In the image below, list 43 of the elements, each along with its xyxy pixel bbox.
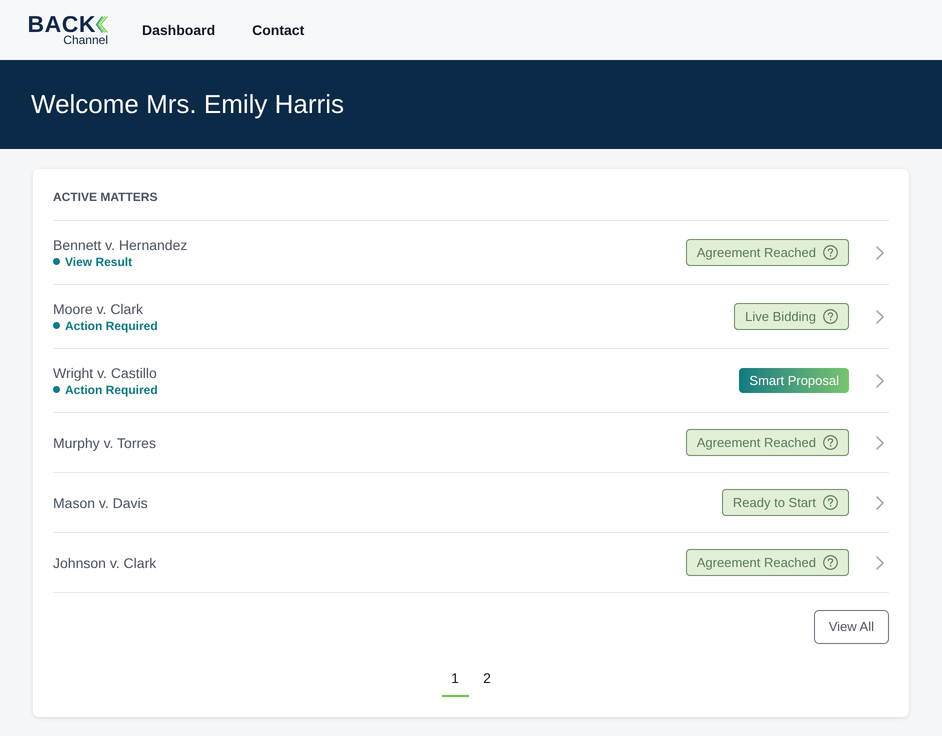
page-tab[interactable]: 1 (442, 668, 468, 697)
status-badge: Smart Proposal (739, 368, 849, 393)
chevron-right-icon[interactable] (876, 246, 884, 260)
matter-name: Wright v. Castillo (53, 364, 158, 382)
matter-name: Johnson v. Clark (53, 554, 158, 572)
section-heading: ACTIVE MATTERS (53, 189, 158, 205)
help-icon[interactable] (823, 245, 838, 260)
status-badge: Agreement Reached (686, 239, 849, 266)
chevron-right-icon[interactable] (876, 374, 884, 388)
welcome-title: Welcome Mrs. Emily Harris (31, 88, 344, 121)
status-link[interactable]: Action Required (65, 382, 158, 398)
matter-row[interactable]: Murphy v. Torres Agreement Reached (53, 413, 889, 473)
matter-row[interactable]: Bennett v. Hernandez View Result Agreement Reached (53, 221, 889, 285)
status-badge: Live Bidding (734, 303, 849, 330)
matter-row[interactable]: Mason v. Davis Ready to Start (53, 473, 889, 533)
matter-name: Mason v. Davis (53, 494, 149, 512)
logo[interactable]: BACK Channel (30, 13, 108, 47)
chevron-right-icon[interactable] (876, 436, 884, 450)
matter-row[interactable]: Johnson v. Clark Agreement Reached (53, 533, 889, 593)
chevron-right-icon[interactable] (876, 556, 884, 570)
help-icon[interactable] (823, 435, 838, 450)
matter-row[interactable]: Wright v. Castillo Action Required Smart Proposal (53, 349, 889, 413)
help-icon[interactable] (823, 309, 838, 324)
matter-name: Bennett v. Hernandez (53, 236, 188, 254)
chevron-right-icon[interactable] (876, 310, 884, 324)
status-link[interactable]: View Result (65, 254, 132, 270)
logo-subtitle: Channel (63, 34, 108, 47)
nav-link[interactable]: Dashboard (142, 20, 216, 40)
logo-text: BACK (28, 13, 96, 35)
status-link[interactable]: Action Required (65, 318, 158, 334)
chevron-right-icon[interactable] (876, 496, 884, 510)
matter-name: Murphy v. Torres (53, 434, 157, 452)
status-badge: Agreement Reached (686, 549, 849, 576)
status-badge: Ready to Start (722, 489, 849, 516)
page-tab[interactable]: 2 (474, 668, 500, 697)
help-icon[interactable] (823, 555, 838, 570)
striped-chevron-icon (96, 16, 108, 32)
view-all-button[interactable]: View All (814, 610, 889, 644)
help-icon[interactable] (823, 495, 838, 510)
status-badge: Agreement Reached (686, 429, 849, 456)
nav-link[interactable]: Contact (252, 20, 304, 40)
matter-row[interactable]: Moore v. Clark Action Required Live Bidding (53, 285, 889, 349)
matter-name: Moore v. Clark (53, 300, 144, 318)
